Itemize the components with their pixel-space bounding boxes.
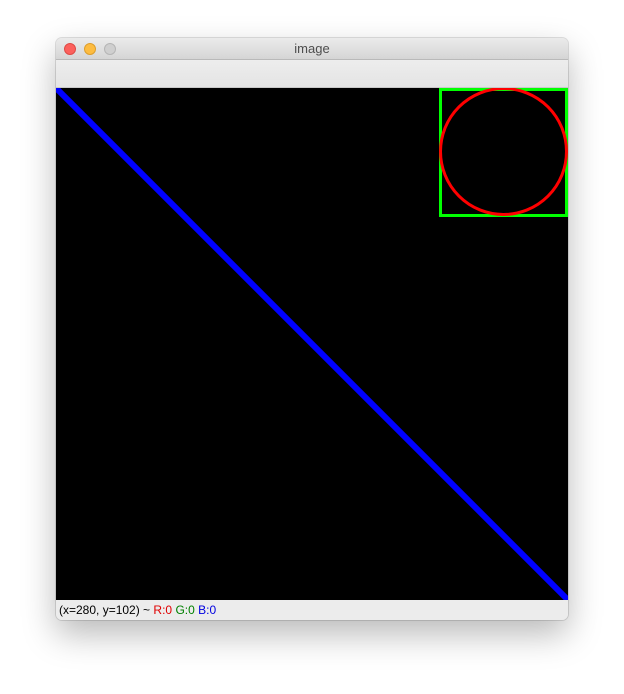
image-window: image (x=280, y=102) ~ R:0 G:0 B:0 xyxy=(56,38,568,620)
status-bar: (x=280, y=102) ~ R:0 G:0 B:0 xyxy=(56,600,568,620)
pixel-blue-value: B:0 xyxy=(198,603,217,617)
toolbar xyxy=(56,60,568,88)
title-bar[interactable]: image xyxy=(56,38,568,60)
window-title: image xyxy=(294,41,330,56)
cursor-coordinates: (x=280, y=102) ~ xyxy=(59,603,151,617)
pixel-green-value: G:0 xyxy=(175,603,195,617)
pixel-red-value: R:0 xyxy=(153,603,173,617)
image-canvas[interactable] xyxy=(56,88,568,600)
image-drawing xyxy=(56,88,568,600)
